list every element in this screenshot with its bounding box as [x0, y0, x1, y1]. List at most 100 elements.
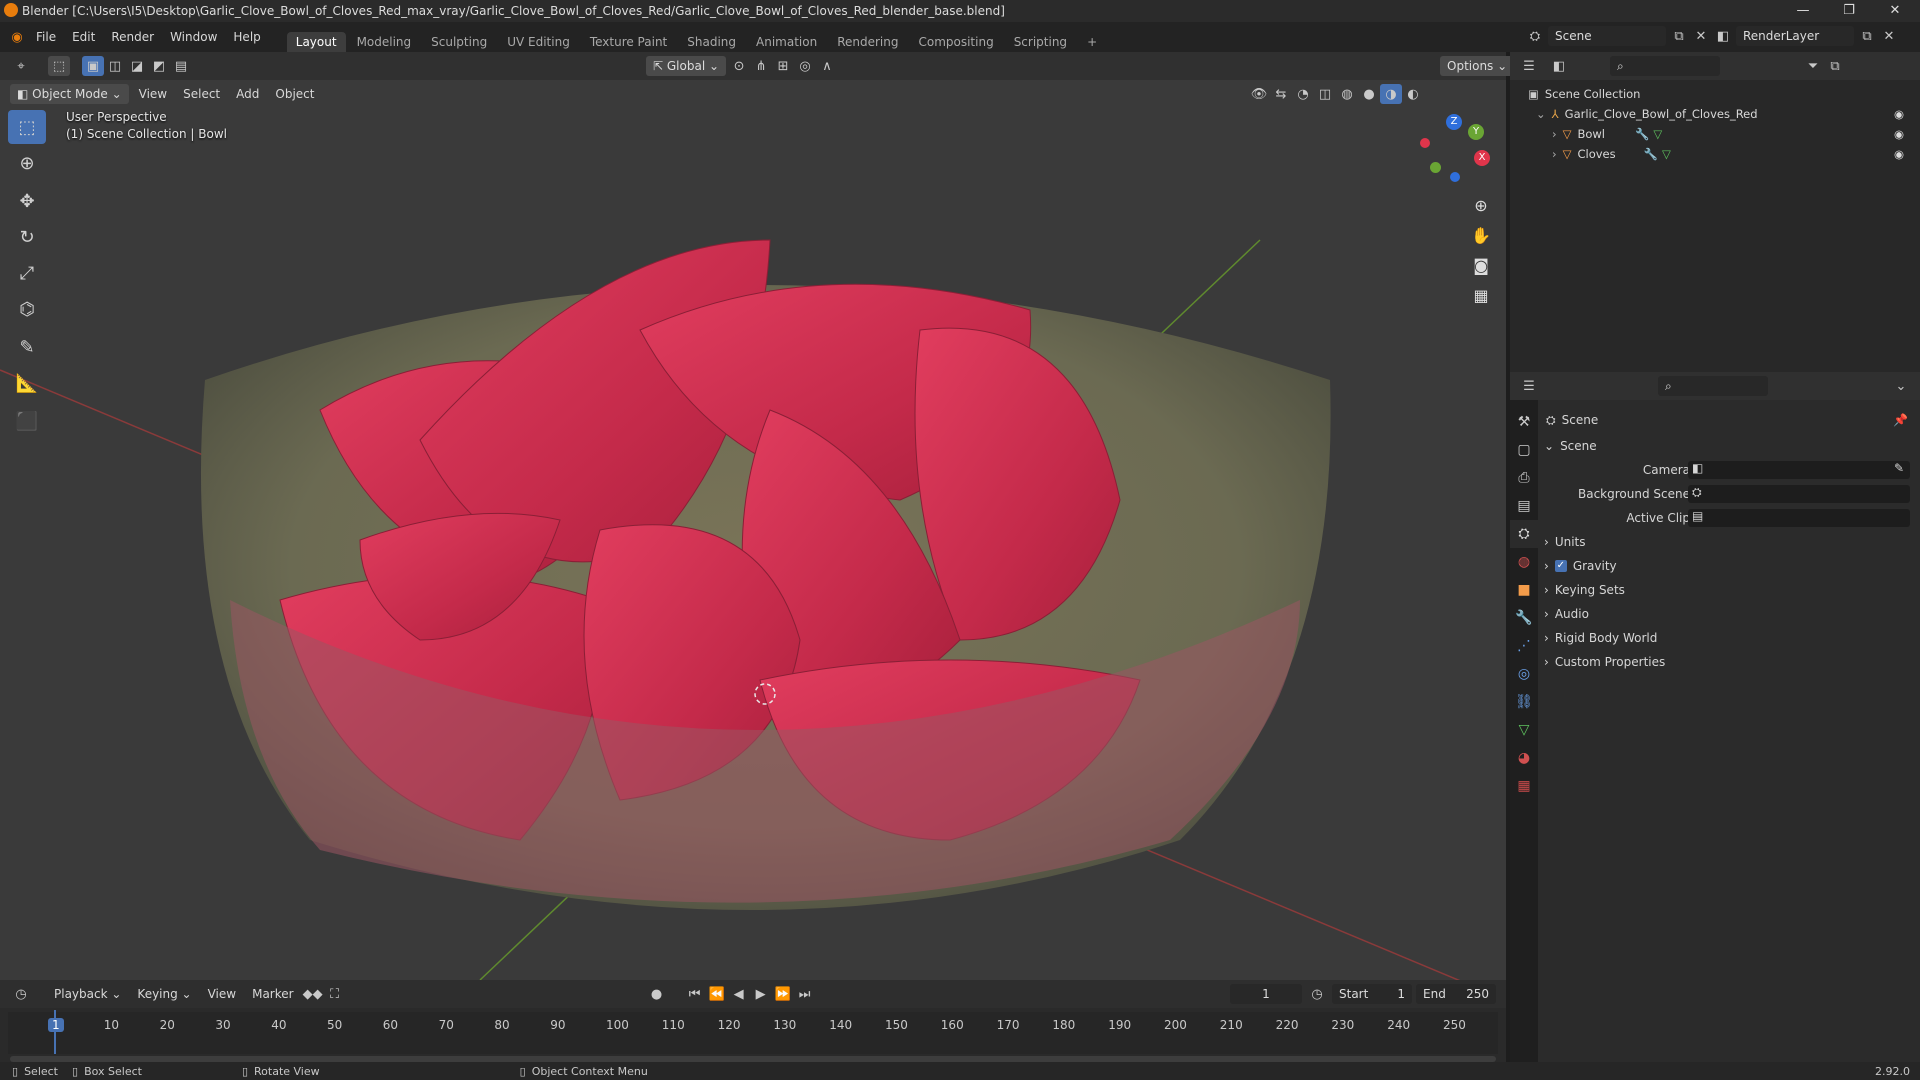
move-tool-icon[interactable]: ✥: [8, 184, 46, 218]
output-tab-icon[interactable]: ⎙: [1510, 464, 1538, 492]
expand-arrow-icon[interactable]: ›: [1552, 147, 1557, 161]
viewport-menu-view[interactable]: View: [131, 87, 175, 101]
snap-target-icon[interactable]: ⊞: [772, 56, 794, 76]
visibility-eye-icon[interactable]: ◉: [1894, 127, 1904, 141]
background-scene-field[interactable]: ⛭: [1688, 485, 1910, 503]
select-invert-icon[interactable]: ◩: [148, 56, 170, 76]
properties-editor-icon[interactable]: ☰: [1518, 376, 1540, 396]
object-tab-icon[interactable]: ■: [1510, 576, 1538, 604]
gravity-panel[interactable]: › ✓ Gravity: [1510, 554, 1920, 578]
new-collection-icon[interactable]: ⧉: [1824, 56, 1846, 76]
scene-tab-icon[interactable]: ⛭: [1510, 520, 1538, 548]
transform-tool-icon[interactable]: ⌬: [8, 292, 46, 326]
gizmo-neg-x[interactable]: [1420, 138, 1430, 148]
texture-tab-icon[interactable]: ▦: [1510, 772, 1538, 800]
jump-end-icon[interactable]: ⏭: [794, 984, 816, 1004]
playhead[interactable]: [54, 1010, 56, 1054]
play-icon[interactable]: ▶: [750, 984, 772, 1004]
outliner-search-input[interactable]: ⌕: [1610, 56, 1720, 76]
solid-shading-icon[interactable]: ●: [1358, 84, 1380, 104]
3d-viewport[interactable]: ◧ Object Mode ⌄ View Select Add Object 👁…: [0, 80, 1506, 980]
navigation-gizmo[interactable]: Z Y X: [1420, 114, 1490, 184]
timeline-menu-keying[interactable]: Keying ⌄: [129, 987, 199, 1001]
audio-panel[interactable]: › Audio: [1510, 602, 1920, 626]
rotate-tool-icon[interactable]: ↻: [8, 220, 46, 254]
mesh-data-icon[interactable]: ▽: [1662, 147, 1671, 161]
chevron-down-icon[interactable]: ⌄: [1890, 376, 1912, 396]
wireframe-shading-icon[interactable]: ◍: [1336, 84, 1358, 104]
keyframe-icon[interactable]: ◆◆: [302, 984, 324, 1004]
overlay-icon[interactable]: ◔: [1292, 84, 1314, 104]
gizmo-z[interactable]: Z: [1446, 114, 1462, 130]
blender-menu-icon[interactable]: ◉: [6, 27, 28, 47]
tab-compositing[interactable]: Compositing: [909, 32, 1002, 52]
pin-icon[interactable]: 📌: [1893, 413, 1908, 427]
menu-edit[interactable]: Edit: [64, 30, 103, 44]
minimize-button[interactable]: —: [1780, 0, 1826, 22]
annotate-tool-icon[interactable]: ✎: [8, 330, 46, 364]
properties-search-input[interactable]: ⌕: [1658, 376, 1768, 396]
gizmo-x[interactable]: X: [1474, 150, 1490, 166]
end-frame-field[interactable]: End 250: [1416, 984, 1496, 1004]
timeline-editor-icon[interactable]: ◷: [10, 984, 32, 1004]
menu-help[interactable]: Help: [225, 30, 268, 44]
custom-properties-panel[interactable]: › Custom Properties: [1510, 650, 1920, 674]
modifier-wrench-icon[interactable]: 🔧: [1635, 127, 1649, 141]
select-extend-icon[interactable]: ◫: [104, 56, 126, 76]
delete-layer-icon[interactable]: ✕: [1878, 26, 1900, 46]
camera-field[interactable]: ◧ ✎: [1688, 461, 1910, 479]
visibility-eye-icon[interactable]: ◉: [1894, 147, 1904, 161]
next-key-icon[interactable]: ⏩: [772, 984, 794, 1004]
physics-tab-icon[interactable]: ◎: [1510, 660, 1538, 688]
outliner-row-scene-collection[interactable]: ▣ Scene Collection: [1510, 84, 1920, 104]
editor-type-icon[interactable]: ⌖: [10, 56, 32, 76]
select-subtract-icon[interactable]: ◪: [126, 56, 148, 76]
viewport-menu-object[interactable]: Object: [267, 87, 322, 101]
constraints-tab-icon[interactable]: ⛓: [1510, 688, 1538, 716]
new-layer-icon[interactable]: ⧉: [1856, 26, 1878, 46]
close-button[interactable]: ✕: [1872, 0, 1918, 22]
expand-arrow-icon[interactable]: ⌄: [1536, 107, 1546, 121]
tab-layout[interactable]: Layout: [286, 32, 346, 52]
new-scene-icon[interactable]: ⧉: [1668, 26, 1690, 46]
prev-key-icon[interactable]: ⏪: [706, 984, 728, 1004]
maximize-button[interactable]: ❐: [1826, 0, 1872, 22]
modifier-tab-icon[interactable]: 🔧: [1510, 604, 1538, 632]
viewport-menu-add[interactable]: Add: [228, 87, 267, 101]
render-tab-icon[interactable]: ▢: [1510, 436, 1538, 464]
filter-icon[interactable]: ⏷: [1802, 56, 1824, 76]
pivot-icon[interactable]: ⊙: [728, 56, 750, 76]
tab-animation[interactable]: Animation: [747, 32, 826, 52]
timeline-menu-playback[interactable]: Playback ⌄: [46, 987, 129, 1001]
view-layer-tab-icon[interactable]: ▤: [1510, 492, 1538, 520]
outliner-row-cloves[interactable]: › ▽ Cloves 🔧 ▽ ◉: [1510, 144, 1920, 164]
preview-range-icon[interactable]: ◷: [1306, 984, 1328, 1004]
timeline-menu-marker[interactable]: Marker: [244, 987, 301, 1001]
ortho-grid-icon[interactable]: ▦: [1466, 280, 1496, 310]
gravity-checkbox[interactable]: ✓: [1554, 560, 1567, 572]
zoom-icon[interactable]: ⊕: [1466, 190, 1496, 220]
select-intersect-icon[interactable]: ▤: [170, 56, 192, 76]
add-cube-tool-icon[interactable]: ⬛: [8, 404, 46, 438]
tab-uv-editing[interactable]: UV Editing: [498, 32, 579, 52]
mesh-data-icon[interactable]: ▽: [1653, 127, 1662, 141]
rigid-body-world-panel[interactable]: › Rigid Body World: [1510, 626, 1920, 650]
falloff-icon[interactable]: ∧: [816, 56, 838, 76]
data-tab-icon[interactable]: ▽: [1510, 716, 1538, 744]
expand-arrow-icon[interactable]: ›: [1552, 127, 1557, 141]
camera-view-icon[interactable]: ◙: [1466, 250, 1496, 280]
world-tab-icon[interactable]: ◍: [1510, 548, 1538, 576]
viewport-menu-select[interactable]: Select: [175, 87, 228, 101]
gizmo-neg-z[interactable]: [1450, 172, 1460, 182]
gizmo-y[interactable]: Y: [1468, 124, 1484, 140]
xray-icon[interactable]: ◫: [1314, 84, 1336, 104]
tool-tab-icon[interactable]: ⚒: [1510, 408, 1538, 436]
cursor-tool-icon[interactable]: ⊕: [8, 146, 46, 180]
scene-name-field[interactable]: Scene: [1548, 26, 1666, 46]
timeline-menu-view[interactable]: View: [200, 987, 244, 1001]
rendered-shading-icon[interactable]: ◐: [1402, 84, 1424, 104]
menu-render[interactable]: Render: [103, 30, 162, 44]
auto-key-icon[interactable]: ⛶: [324, 984, 346, 1004]
measure-tool-icon[interactable]: 📐: [8, 366, 46, 400]
object-mode-dropdown[interactable]: ◧ Object Mode ⌄: [10, 84, 129, 104]
